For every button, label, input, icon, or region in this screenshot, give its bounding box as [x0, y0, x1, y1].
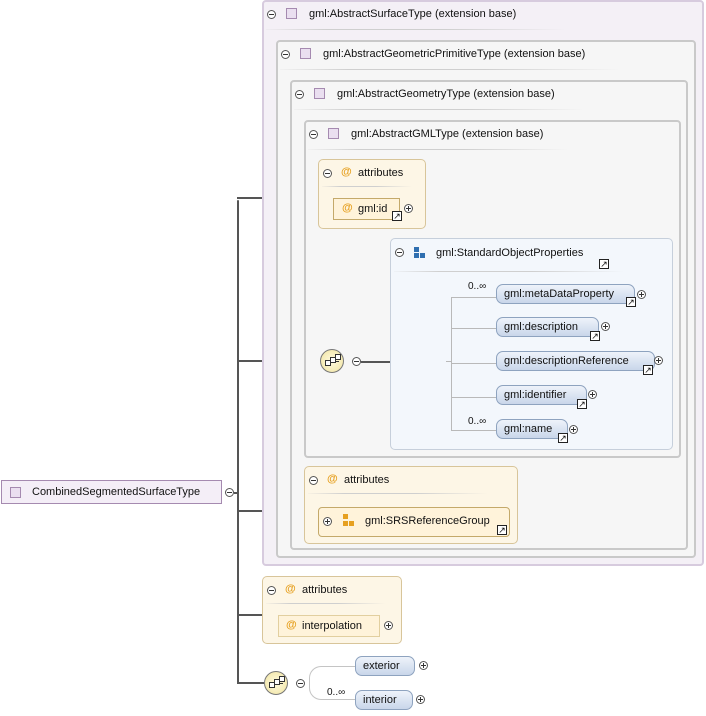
attribute-icon: @	[342, 202, 353, 214]
complex-type-icon	[10, 487, 21, 498]
ext1-title: gml:AbstractSurfaceType (extension base)	[309, 8, 517, 20]
ext4-type-icon	[328, 128, 339, 139]
exterior-element[interactable]: exterior	[355, 656, 415, 676]
group-title: gml:StandardObjectProperties	[436, 247, 584, 259]
own-attributes-collapse-toggle[interactable]	[267, 586, 276, 595]
interior-element[interactable]: interior	[355, 690, 413, 710]
trunk-line	[237, 200, 239, 683]
ext4-title-separator	[308, 149, 568, 150]
gml-metadata-property-label: gml:metaDataProperty	[504, 288, 615, 300]
reference-link-icon[interactable]: ↗	[497, 525, 507, 535]
bottom-sequence-collapse-toggle[interactable]	[296, 679, 305, 688]
gml-description-label: gml:description	[504, 321, 578, 333]
attribute-icon: @	[341, 166, 352, 178]
ext2-title-separator	[280, 69, 620, 70]
geometry-attributes-title: attributes	[344, 474, 390, 486]
metadata-property-expand-toggle[interactable]	[637, 290, 646, 299]
group-icon	[414, 247, 419, 252]
srs-reference-group[interactable]: gml:SRSReferenceGroup ↗	[318, 507, 510, 537]
reference-link-icon[interactable]: ↗	[599, 259, 609, 269]
ext2-type-icon	[300, 48, 311, 59]
ext1-title-separator	[266, 29, 566, 30]
attribute-icon: @	[286, 619, 297, 631]
reference-link-icon[interactable]: ↗	[392, 211, 402, 221]
root-collapse-toggle[interactable]	[225, 488, 234, 497]
reference-link-icon[interactable]: ↗	[558, 433, 568, 443]
gml-description-reference-element[interactable]: gml:descriptionReference	[496, 351, 655, 371]
description-expand-toggle[interactable]	[601, 322, 610, 331]
reference-link-icon[interactable]: ↗	[626, 297, 636, 307]
exterior-label: exterior	[363, 660, 400, 672]
gml-name-label: gml:name	[504, 423, 553, 435]
gml-attributes-title: attributes	[358, 167, 404, 179]
group-children-connector	[451, 298, 452, 430]
ext3-type-icon	[314, 88, 325, 99]
ext1-type-icon	[286, 8, 297, 19]
gml-id-expand-toggle[interactable]	[404, 204, 413, 213]
branch-own-attrs	[237, 614, 264, 616]
ext3-collapse-toggle[interactable]	[295, 90, 304, 99]
own-attributes-title: attributes	[302, 584, 348, 596]
gml-identifier-element[interactable]: gml:identifier	[496, 385, 587, 405]
name-multiplicity: 0..∞	[468, 416, 487, 427]
geometry-attributes-collapse-toggle[interactable]	[309, 476, 318, 485]
attribute-group-icon	[343, 514, 348, 519]
srs-reference-group-label: gml:SRSReferenceGroup	[365, 515, 490, 527]
sequence-collapse-toggle[interactable]	[352, 357, 361, 366]
gml-metadata-property-element[interactable]: gml:metaDataProperty	[496, 284, 635, 304]
reference-link-icon[interactable]: ↗	[590, 331, 600, 341]
identifier-expand-toggle[interactable]	[588, 390, 597, 399]
interior-expand-toggle[interactable]	[416, 695, 425, 704]
interpolation-label: interpolation	[302, 620, 362, 632]
attribute-icon: @	[285, 583, 296, 595]
group-collapse-toggle[interactable]	[395, 248, 404, 257]
name-expand-toggle[interactable]	[569, 425, 578, 434]
exterior-expand-toggle[interactable]	[419, 661, 428, 670]
ext4-collapse-toggle[interactable]	[309, 130, 318, 139]
sequence-compositor-icon[interactable]	[320, 349, 344, 373]
reference-link-icon[interactable]: ↗	[577, 399, 587, 409]
own-attributes-separator	[266, 603, 386, 604]
root-type-box[interactable]: CombinedSegmentedSurfaceType	[1, 480, 222, 504]
gml-attributes-separator	[322, 186, 412, 187]
gml-identifier-label: gml:identifier	[504, 389, 567, 401]
interpolation-expand-toggle[interactable]	[384, 621, 393, 630]
gml-id-label: gml:id	[358, 203, 388, 215]
attribute-icon: @	[327, 473, 338, 485]
reference-link-icon[interactable]: ↗	[643, 365, 653, 375]
interior-label: interior	[363, 694, 397, 706]
ext4-title: gml:AbstractGMLType (extension base)	[351, 128, 544, 140]
gml-attributes-collapse-toggle[interactable]	[323, 169, 332, 178]
interior-multiplicity: 0..∞	[327, 687, 346, 698]
description-reference-expand-toggle[interactable]	[654, 356, 663, 365]
ext2-collapse-toggle[interactable]	[281, 50, 290, 59]
gml-description-element[interactable]: gml:description	[496, 317, 599, 337]
geometry-attributes-separator	[308, 493, 488, 494]
gml-description-reference-label: gml:descriptionReference	[504, 355, 629, 367]
ext3-title-separator	[294, 109, 584, 110]
branch-bottom-seq	[237, 682, 264, 684]
interpolation-attribute[interactable]: @ interpolation	[278, 615, 380, 637]
bottom-sequence-compositor-icon[interactable]	[264, 671, 288, 695]
ext3-title: gml:AbstractGeometryType (extension base…	[337, 88, 555, 100]
ext1-collapse-toggle[interactable]	[267, 10, 276, 19]
group-separator	[394, 271, 624, 272]
metadata-property-multiplicity: 0..∞	[468, 281, 487, 292]
ext2-title: gml:AbstractGeometricPrimitiveType (exte…	[323, 48, 586, 60]
root-type-label: CombinedSegmentedSurfaceType	[32, 486, 201, 498]
srs-reference-expand-toggle[interactable]	[323, 517, 332, 526]
gml-id-attribute[interactable]: @ gml:id	[333, 198, 400, 220]
